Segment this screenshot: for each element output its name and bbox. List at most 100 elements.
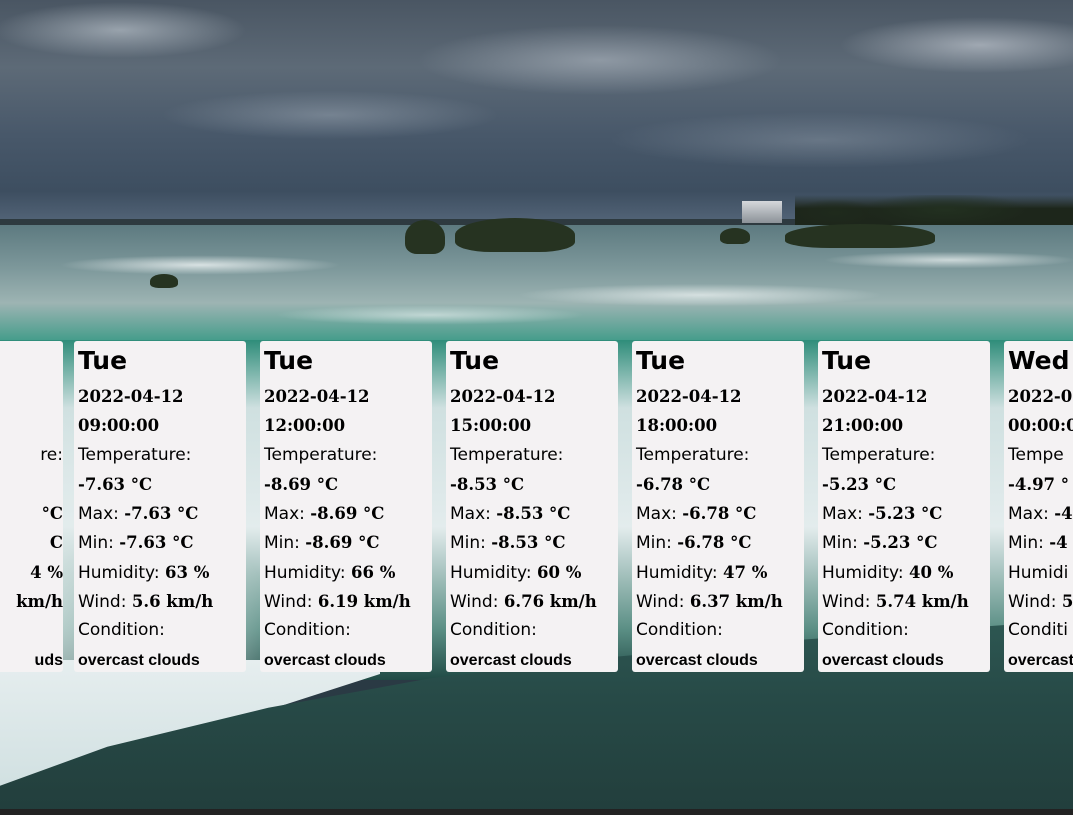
bottom-bar xyxy=(0,809,1073,815)
card-date: 2022-04-12 xyxy=(264,387,370,406)
forecast-card: Tue 2022-04-12 21:00:00 Temperature: -5.… xyxy=(818,341,990,672)
min-label: Min: xyxy=(78,533,120,554)
condition-value: uds xyxy=(34,651,63,669)
max-value: °C xyxy=(41,504,63,524)
min-value: -8.69 °C xyxy=(305,533,380,553)
tree-line xyxy=(795,195,1073,225)
rock-island xyxy=(720,228,750,244)
temperature-value: -5.23 °C xyxy=(822,474,897,494)
temperature-value: -8.69 °C xyxy=(264,474,339,494)
condition-label: Condition: xyxy=(78,620,165,641)
distant-building xyxy=(742,201,782,223)
wind-value: km/h xyxy=(16,592,63,612)
max-label: Max: xyxy=(636,504,683,525)
card-time: 15:00:00 xyxy=(450,416,532,436)
min-value: -8.53 °C xyxy=(491,533,566,553)
max-value: -7.63 °C xyxy=(124,504,199,524)
wind-label: Wind: xyxy=(78,592,132,613)
max-label: Max: xyxy=(822,504,869,525)
forecast-card: Tue 2022-04-12 09:00:00 Temperature: -7.… xyxy=(74,341,246,672)
wind-label: Wind: xyxy=(822,592,876,613)
humidity-value: 47 % xyxy=(722,562,768,582)
rock-island xyxy=(455,218,575,252)
humidity-label: Humidity: xyxy=(450,562,537,583)
forecast-card: Tue 2022-04-12 12:00:00 Temperature: -8.… xyxy=(260,341,432,672)
min-label: Min: xyxy=(636,533,678,554)
humidity-label: Humidity: xyxy=(822,562,909,583)
weather-page: re: °C C 4 % km/h uds Tue 2022-04-12 09:… xyxy=(0,0,1073,815)
humidity-value: 4 % xyxy=(30,562,63,582)
wind-value: 6.19 km/h xyxy=(317,592,411,612)
card-day: Tue xyxy=(78,346,128,375)
min-value: -7.63 °C xyxy=(119,533,194,553)
temperature-label: Temperature: xyxy=(822,444,936,465)
condition-value: overcast clouds xyxy=(450,651,572,669)
card-date: 2022-04-12 xyxy=(822,387,928,406)
forecast-card: re: °C C 4 % km/h uds xyxy=(0,341,63,672)
card-time: 18:00:00 xyxy=(636,416,718,436)
card-time: 12:00:00 xyxy=(264,416,346,436)
min-label: Min: xyxy=(264,533,306,554)
cloudy-sky xyxy=(0,0,1073,225)
humidity-label: Humidity: xyxy=(636,562,723,583)
wind-label: Wind: xyxy=(450,592,504,613)
forecast-card: Wed 2022-0 00:00:0 Tempe -4.97 ° Max: -4… xyxy=(1004,341,1073,672)
humidity-label: Humidity: xyxy=(264,562,351,583)
min-value: -4 xyxy=(1049,533,1068,553)
card-time: 00:00:0 xyxy=(1008,416,1073,436)
wind-value: 5.6 km/h xyxy=(131,592,214,612)
temperature-value: -6.78 °C xyxy=(636,474,711,494)
temperature-label: Temperature: xyxy=(636,444,750,465)
max-value: -6.78 °C xyxy=(682,504,757,524)
wind-value: 6.37 km/h xyxy=(689,592,783,612)
card-date: 2022-04-12 xyxy=(450,387,556,406)
forecast-card: Tue 2022-04-12 18:00:00 Temperature: -6.… xyxy=(632,341,804,672)
rock-island xyxy=(785,224,935,248)
card-day: Wed xyxy=(1008,346,1070,375)
condition-label: Conditi xyxy=(1008,620,1068,641)
max-label: Max: xyxy=(1008,504,1055,525)
temperature-value: -4.97 ° xyxy=(1008,474,1070,494)
wind-label: Wind: xyxy=(636,592,690,613)
temperature-label: Temperature: xyxy=(78,444,192,465)
min-value: C xyxy=(49,533,63,553)
forecast-card: Tue 2022-04-12 15:00:00 Temperature: -8.… xyxy=(446,341,618,672)
card-date: 2022-04-12 xyxy=(78,387,184,406)
max-value: -8.69 °C xyxy=(310,504,385,524)
condition-label: Condition: xyxy=(636,620,723,641)
humidity-value: 40 % xyxy=(908,562,954,582)
humidity-label: Humidity: xyxy=(78,562,165,583)
max-label: Max: xyxy=(78,504,125,525)
rock-island xyxy=(150,274,178,288)
card-date: 2022-04-12 xyxy=(636,387,742,406)
wind-label: Wind: xyxy=(264,592,318,613)
humidity-value: 63 % xyxy=(164,562,210,582)
card-day xyxy=(0,344,63,382)
wind-value: 6.76 km/h xyxy=(503,592,597,612)
min-label: Min: xyxy=(450,533,492,554)
wind-label: Wind: xyxy=(1008,592,1062,613)
card-day: Tue xyxy=(822,346,872,375)
card-day: Tue xyxy=(264,346,314,375)
min-value: -6.78 °C xyxy=(677,533,752,553)
condition-label: Condition: xyxy=(264,620,351,641)
card-day: Tue xyxy=(450,346,500,375)
condition-value: overcast clouds xyxy=(636,651,758,669)
condition-value: overcast clouds xyxy=(822,651,944,669)
condition-value: overcast xyxy=(1008,651,1073,669)
card-date: 2022-0 xyxy=(1008,387,1073,406)
max-label: Max: xyxy=(450,504,497,525)
max-value: -4 xyxy=(1054,504,1073,524)
humidity-value: 66 % xyxy=(350,562,396,582)
condition-value: overcast clouds xyxy=(78,651,200,669)
temperature-value: -7.63 °C xyxy=(78,474,153,494)
min-value: -5.23 °C xyxy=(863,533,938,553)
condition-label: Condition: xyxy=(450,620,537,641)
max-value: -5.23 °C xyxy=(868,504,943,524)
rock-island xyxy=(405,220,445,254)
humidity-value: 60 % xyxy=(536,562,582,582)
card-time: 21:00:00 xyxy=(822,416,904,436)
temperature-label: Temperature: xyxy=(264,444,378,465)
temperature-value: -8.53 °C xyxy=(450,474,525,494)
temperature-label: Temperature: xyxy=(450,444,564,465)
